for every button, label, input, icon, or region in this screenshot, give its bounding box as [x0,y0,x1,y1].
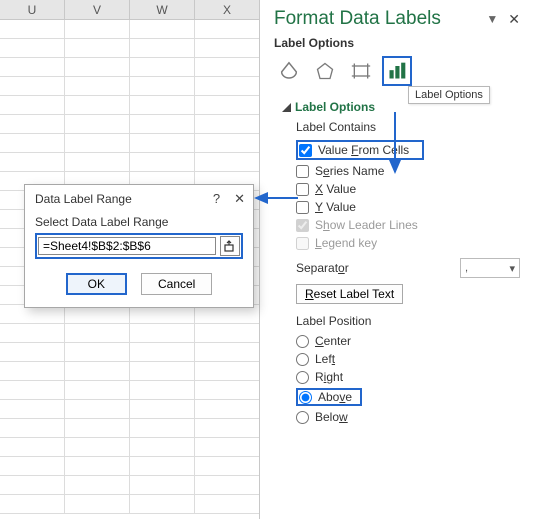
collapse-icon [282,103,291,112]
format-data-labels-pane: Format Data Labels ▼ ✕ Label Options Lab… [260,0,534,519]
position-center-radio[interactable]: Center [296,334,520,348]
range-input[interactable] [38,237,216,255]
fill-line-icon[interactable] [274,56,304,86]
col-header[interactable]: W [130,0,195,19]
chevron-down-icon: ▾ [509,262,515,275]
cancel-button[interactable]: Cancel [141,273,212,295]
value-from-cells-checkbox[interactable]: Value From Cells [296,140,424,160]
reset-label-text-button[interactable]: Reset Label Text [296,284,403,304]
y-value-checkbox[interactable]: Y Value [296,200,520,214]
series-name-checkbox[interactable]: Series Name [296,164,520,178]
range-picker-icon[interactable] [220,236,240,256]
effects-icon[interactable] [310,56,340,86]
pane-title: Format Data Labels [274,8,441,30]
separator-dropdown[interactable]: , ▾ [460,258,520,278]
position-right-radio[interactable]: Right [296,370,520,384]
column-headers: U V W X [0,0,259,20]
close-icon[interactable]: ✕ [508,11,520,28]
label-options-icon[interactable] [382,56,412,86]
ok-button[interactable]: OK [66,273,127,295]
col-header[interactable]: V [65,0,130,19]
range-field-label: Select Data Label Range [35,215,243,229]
position-below-radio[interactable]: Below [296,410,520,424]
pane-menu-icon[interactable]: ▼ [486,12,498,26]
x-value-checkbox[interactable]: X Value [296,182,520,196]
close-icon[interactable]: ✕ [234,191,245,207]
show-leader-lines-checkbox: Show Leader Lines [296,218,520,232]
position-above-radio[interactable]: Above [296,388,362,406]
legend-key-checkbox: Legend key [296,236,520,250]
size-properties-icon[interactable] [346,56,376,86]
col-header[interactable]: U [0,0,65,19]
tooltip: Label Options [408,86,490,104]
category-icons: Label Options [274,56,520,86]
data-label-range-dialog: Data Label Range ? ✕ Select Data Label R… [24,184,254,308]
dialog-title: Data Label Range [35,192,132,206]
position-left-radio[interactable]: Left [296,352,520,366]
section-label: Label Options [274,36,520,50]
col-header[interactable]: X [195,0,259,19]
label-position-label: Label Position [296,314,520,328]
separator-label: Separator [296,261,349,275]
help-icon[interactable]: ? [213,191,220,207]
label-contains-label: Label Contains [296,120,520,134]
